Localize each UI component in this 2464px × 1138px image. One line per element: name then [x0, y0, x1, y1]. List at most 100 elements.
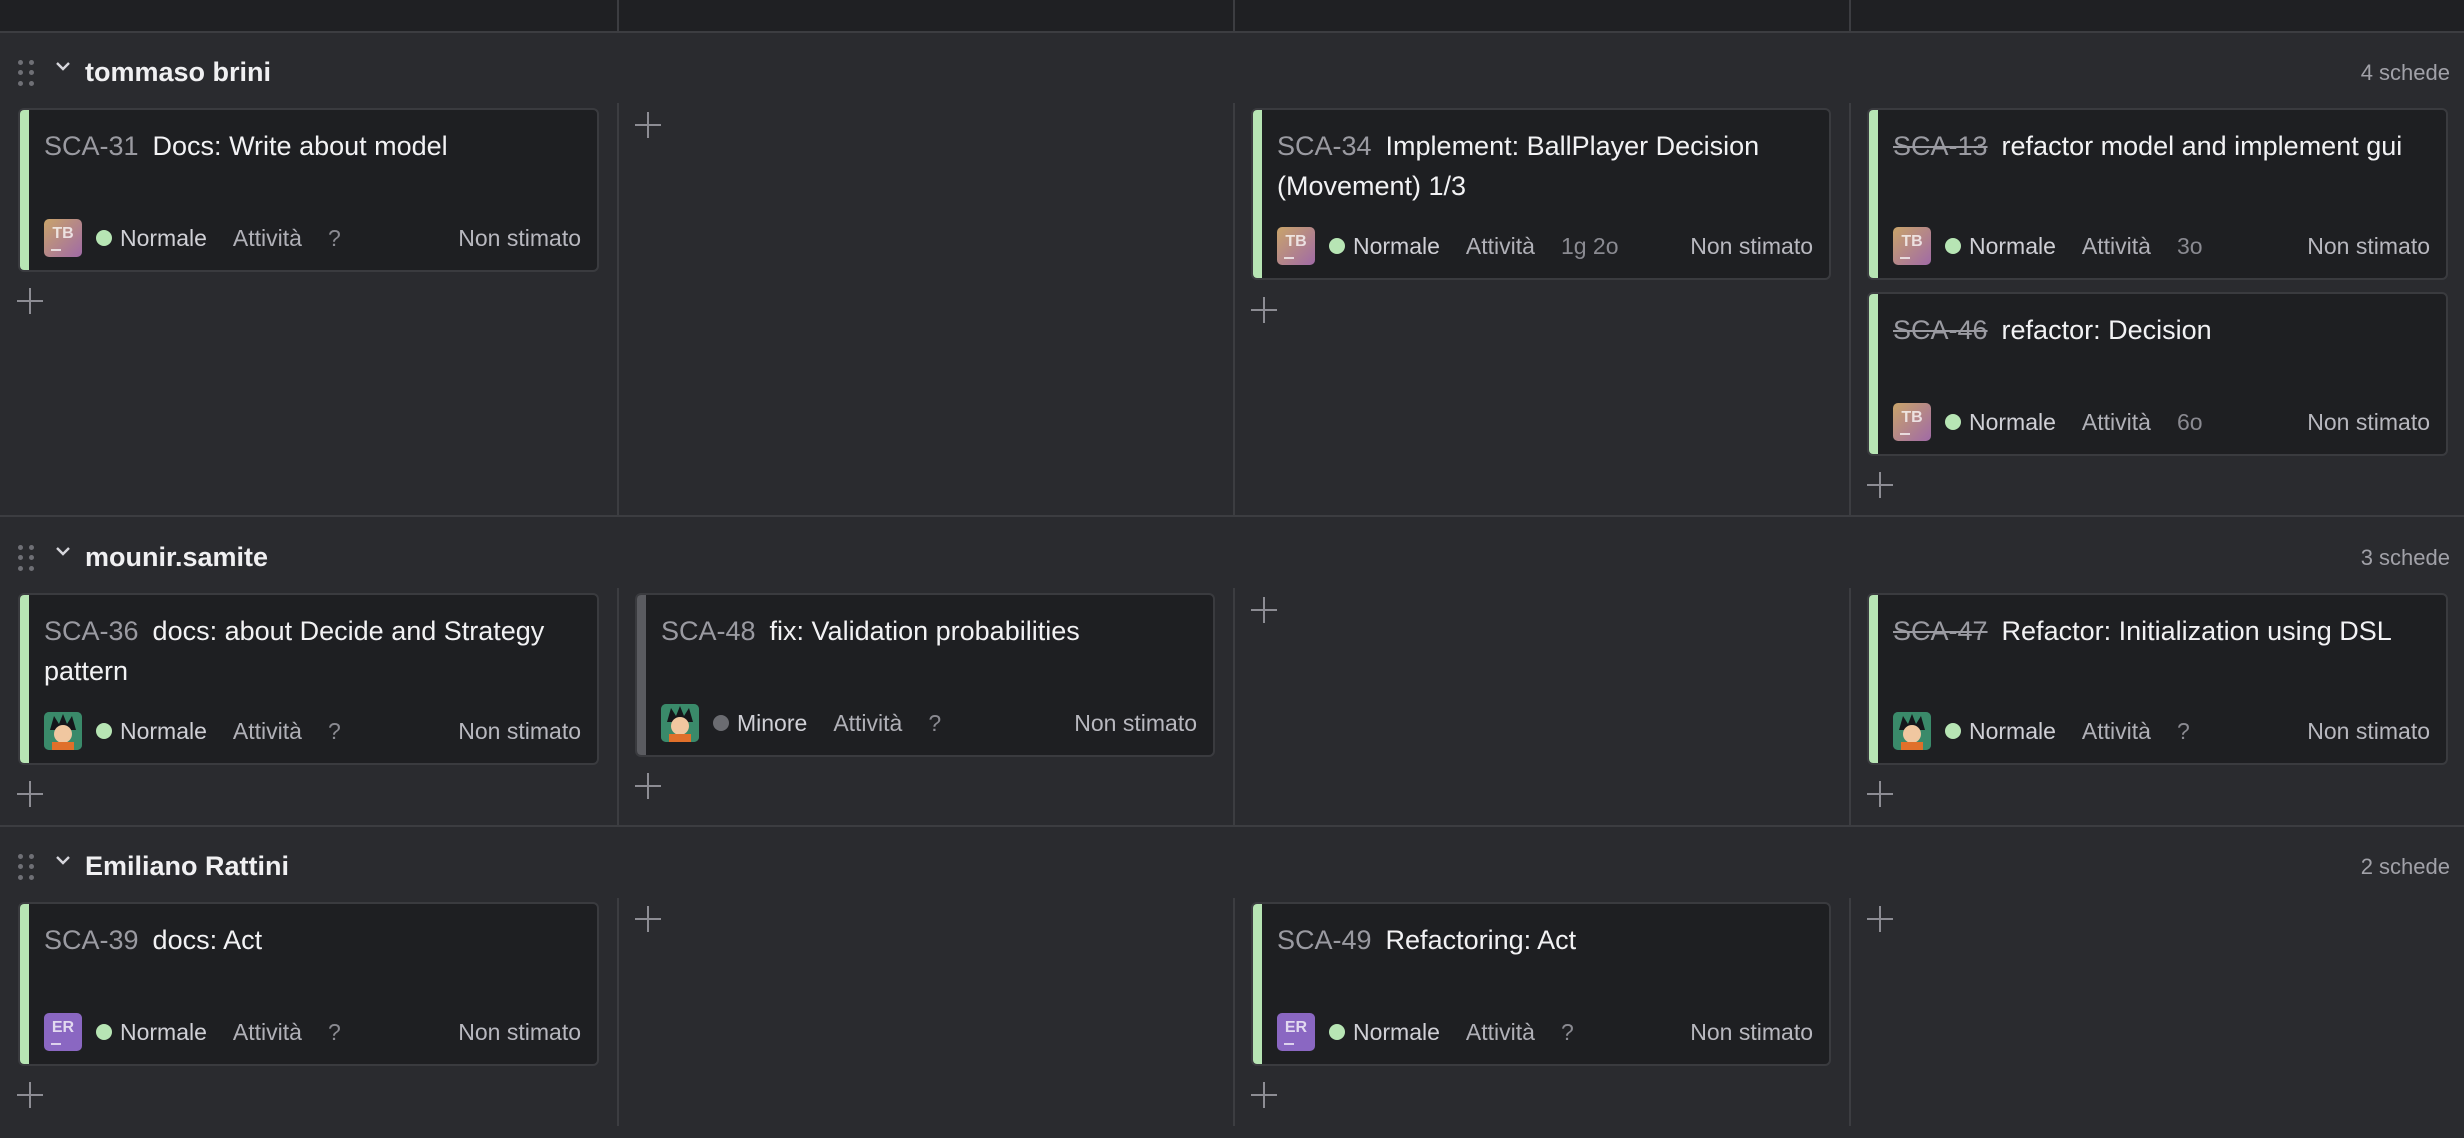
issue-card[interactable]: SCA-46 refactor: Decision TB Normale Atti…: [1867, 292, 2448, 456]
issue-key[interactable]: SCA-39: [44, 925, 139, 955]
chevron-down-icon[interactable]: [55, 852, 71, 868]
column-divider: [617, 0, 619, 32]
card-meta: Normale Attività ? Non stimato: [1893, 711, 2430, 751]
priority-label[interactable]: Normale: [1969, 233, 2056, 260]
time-spent: ?: [327, 1018, 341, 1045]
card-title-line: SCA-48 fix: Validation probabilities: [661, 611, 1197, 651]
priority-label[interactable]: Normale: [1353, 233, 1440, 260]
status-bar: [1869, 110, 1878, 278]
add-card-plus-icon[interactable]: [1867, 781, 1893, 807]
status-bar: [1253, 904, 1262, 1064]
add-card-plus-icon[interactable]: [1251, 297, 1277, 323]
time-spent: 6o: [2176, 408, 2203, 435]
add-card-plus-icon[interactable]: [17, 1082, 43, 1108]
issue-key[interactable]: SCA-36: [44, 616, 139, 646]
issue-key[interactable]: SCA-46: [1893, 315, 1988, 345]
avatar[interactable]: [661, 704, 699, 742]
card-title-line: SCA-39 docs: Act: [44, 920, 581, 960]
drag-handle-icon[interactable]: [18, 60, 36, 86]
estimate-label[interactable]: Non stimato: [2307, 409, 2430, 436]
add-card-plus-icon[interactable]: [17, 781, 43, 807]
estimate-label[interactable]: Non stimato: [458, 718, 581, 745]
add-card-plus-icon[interactable]: [1251, 597, 1277, 623]
drag-handle-icon[interactable]: [18, 545, 36, 571]
group-card-count: 3 schede: [2360, 545, 2450, 570]
issue-card[interactable]: SCA-13 refactor model and implement gui T…: [1867, 108, 2448, 280]
avatar[interactable]: ER: [44, 1013, 82, 1051]
priority-label[interactable]: Normale: [1969, 409, 2056, 436]
add-card-plus-icon[interactable]: [17, 288, 43, 314]
drag-handle-icon[interactable]: [18, 854, 36, 880]
column-divider: [1233, 103, 1235, 516]
avatar[interactable]: TB: [1277, 227, 1315, 265]
estimate-label[interactable]: Non stimato: [2307, 233, 2430, 260]
card-title-line: SCA-47 Refactor: Initialization using DSL: [1893, 611, 2430, 651]
priority-dot-icon: [1945, 414, 1961, 430]
card-title-line: SCA-34 Implement: BallPlayer Decision (Mo…: [1277, 126, 1813, 206]
status-bar: [20, 904, 29, 1064]
type-label: Attività: [232, 224, 302, 251]
group-title[interactable]: mounir.samite: [85, 542, 268, 573]
priority-label[interactable]: Normale: [120, 718, 207, 745]
time-spent: ?: [928, 709, 942, 736]
issue-key[interactable]: SCA-49: [1277, 925, 1372, 955]
priority-label[interactable]: Normale: [120, 225, 207, 252]
avatar[interactable]: [44, 712, 82, 750]
issue-card[interactable]: SCA-39 docs: Act ER Normale Attività ? No…: [18, 902, 599, 1066]
issue-key[interactable]: SCA-13: [1893, 131, 1988, 161]
priority-label[interactable]: Normale: [120, 1019, 207, 1046]
column-divider: [1849, 898, 1851, 1126]
type-label: Attività: [1465, 232, 1535, 259]
group-title[interactable]: Emiliano Rattini: [85, 851, 289, 882]
issue-key[interactable]: SCA-48: [661, 616, 756, 646]
type-label: Attività: [2081, 717, 2151, 744]
estimate-label[interactable]: Non stimato: [458, 1019, 581, 1046]
add-card-plus-icon[interactable]: [1867, 472, 1893, 498]
issue-card[interactable]: SCA-48 fix: Validation probabilities Mino…: [635, 593, 1215, 757]
add-card-plus-icon[interactable]: [1251, 1082, 1277, 1108]
column-divider: [1849, 103, 1851, 516]
card-meta: TB Normale Attività 1g 2o Non stimato: [1277, 226, 1813, 266]
priority-label[interactable]: Normale: [1969, 718, 2056, 745]
issue-card[interactable]: SCA-31 Docs: Write about model TB Normale…: [18, 108, 599, 272]
issue-card[interactable]: SCA-34 Implement: BallPlayer Decision (Mo…: [1251, 108, 1831, 280]
status-bar: [637, 595, 646, 755]
chevron-down-icon[interactable]: [55, 58, 71, 74]
estimate-label[interactable]: Non stimato: [458, 225, 581, 252]
avatar[interactable]: ER: [1277, 1013, 1315, 1051]
issue-title: refactor: Decision: [2001, 315, 2212, 345]
priority-label[interactable]: Minore: [737, 710, 807, 737]
avatar[interactable]: TB: [1893, 403, 1931, 441]
issue-key[interactable]: SCA-31: [44, 131, 139, 161]
avatar[interactable]: [1893, 712, 1931, 750]
estimate-label[interactable]: Non stimato: [1074, 710, 1197, 737]
avatar[interactable]: TB: [44, 219, 82, 257]
time-spent: ?: [327, 717, 341, 744]
chevron-down-icon[interactable]: [55, 543, 71, 559]
group-title[interactable]: tommaso brini: [85, 57, 271, 88]
issue-key[interactable]: SCA-47: [1893, 616, 1988, 646]
column-divider: [617, 588, 619, 826]
issue-card[interactable]: SCA-47 Refactor: Initialization using DSL…: [1867, 593, 2448, 765]
issue-key[interactable]: SCA-34: [1277, 131, 1372, 161]
avatar[interactable]: TB: [1893, 227, 1931, 265]
priority-label[interactable]: Normale: [1353, 1019, 1440, 1046]
add-card-plus-icon[interactable]: [635, 906, 661, 932]
type-label: Attività: [232, 717, 302, 744]
estimate-label[interactable]: Non stimato: [1690, 233, 1813, 260]
column-divider: [1233, 588, 1235, 826]
issue-card[interactable]: SCA-49 Refactoring: Act ER Normale Attivi…: [1251, 902, 1831, 1066]
add-card-plus-icon[interactable]: [1867, 906, 1893, 932]
status-bar: [1869, 294, 1878, 454]
column-divider: [617, 103, 619, 516]
issue-card[interactable]: SCA-36 docs: about Decide and Strategy pa…: [18, 593, 599, 765]
group-card-count: 4 schede: [2360, 60, 2450, 85]
estimate-label[interactable]: Non stimato: [1690, 1019, 1813, 1046]
time-spent: 1g 2o: [1560, 232, 1619, 259]
anime-avatar-icon: [661, 704, 699, 742]
add-card-plus-icon[interactable]: [635, 773, 661, 799]
card-title-line: SCA-36 docs: about Decide and Strategy pa…: [44, 611, 581, 691]
estimate-label[interactable]: Non stimato: [2307, 718, 2430, 745]
add-card-plus-icon[interactable]: [635, 112, 661, 138]
priority-dot-icon: [96, 230, 112, 246]
